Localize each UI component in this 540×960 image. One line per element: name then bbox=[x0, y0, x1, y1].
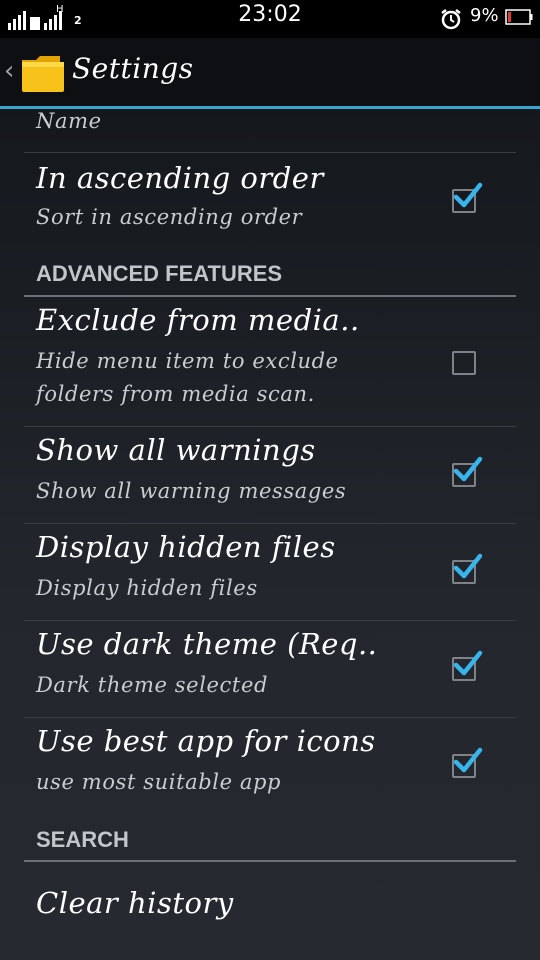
battery-icon bbox=[505, 9, 533, 25]
pref-show-all-warnings[interactable]: Show all warnings Show all warning messa… bbox=[0, 427, 540, 523]
pref-use-best-app-for-icons[interactable]: Use best app for icons use most suitable… bbox=[0, 718, 540, 814]
check-mark-icon bbox=[453, 650, 483, 676]
check-mark-icon bbox=[453, 747, 483, 773]
pref-summary: Sort in ascending order bbox=[36, 205, 303, 229]
check-mark-icon bbox=[453, 456, 483, 482]
section-header-advanced: ADVANCED FEATURES bbox=[36, 261, 283, 286]
pref-ascending-order[interactable]: In ascending order Sort in ascending ord… bbox=[0, 153, 540, 253]
pref-title: In ascending order bbox=[36, 161, 324, 195]
pref-summary: Show all warning messages bbox=[36, 479, 347, 503]
pref-use-dark-theme[interactable]: Use dark theme (Req.. Dark theme selecte… bbox=[0, 621, 540, 717]
battery-percent: 9% bbox=[470, 5, 499, 26]
pref-title: Clear history bbox=[36, 886, 234, 920]
pref-title: Exclude from media.. bbox=[36, 303, 360, 337]
pref-clear-history[interactable]: Clear history bbox=[0, 862, 540, 958]
pref-summary: Display hidden files bbox=[36, 576, 258, 600]
back-chevron-icon[interactable]: ‹ bbox=[4, 58, 14, 84]
pref-exclude-from-media[interactable]: Exclude from media.. Hide menu item to e… bbox=[0, 297, 540, 425]
section-header-search: SEARCH bbox=[36, 827, 129, 852]
pref-summary: Dark theme selected bbox=[36, 673, 269, 697]
use-dark-theme-checkbox[interactable] bbox=[452, 650, 483, 681]
pref-title: Display hidden files bbox=[36, 530, 336, 564]
check-mark-icon bbox=[453, 553, 483, 579]
ascending-order-checkbox[interactable] bbox=[452, 182, 483, 213]
exclude-from-media-checkbox[interactable] bbox=[452, 351, 476, 375]
pref-summary-line1: Hide menu item to exclude bbox=[36, 349, 339, 373]
alarm-icon bbox=[441, 9, 461, 30]
pref-title: Use best app for icons bbox=[36, 724, 376, 758]
action-bar: ‹ Settings bbox=[0, 38, 540, 106]
check-mark-icon bbox=[453, 182, 483, 208]
display-hidden-files-checkbox[interactable] bbox=[452, 553, 483, 584]
pref-summary: use most suitable app bbox=[36, 770, 282, 794]
pref-summary-line2: folders from media scan. bbox=[36, 382, 315, 406]
folder-icon[interactable] bbox=[20, 52, 66, 94]
list-item-partial-summary: Name bbox=[36, 109, 102, 133]
pref-title: Show all warnings bbox=[36, 433, 316, 467]
show-all-warnings-checkbox[interactable] bbox=[452, 456, 483, 487]
settings-list: Name In ascending order Sort in ascendin… bbox=[0, 109, 540, 960]
pref-display-hidden-files[interactable]: Display hidden files Display hidden file… bbox=[0, 524, 540, 620]
page-title: Settings bbox=[72, 52, 194, 85]
status-bar: H 2 23:02 9% bbox=[0, 0, 540, 38]
use-best-app-for-icons-checkbox[interactable] bbox=[452, 747, 483, 778]
pref-title: Use dark theme (Req.. bbox=[36, 627, 378, 661]
